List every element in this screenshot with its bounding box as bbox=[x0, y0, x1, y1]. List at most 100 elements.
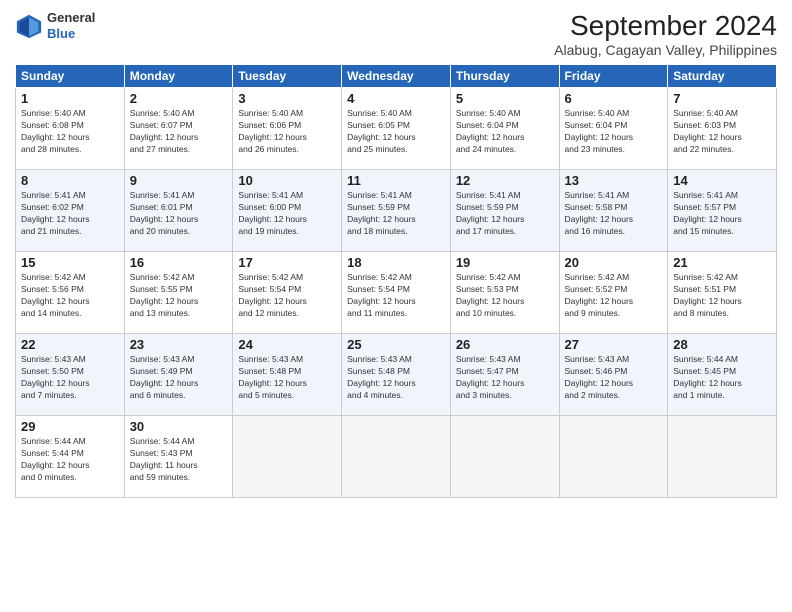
day-number: 29 bbox=[21, 419, 119, 434]
title-block: September 2024 Alabug, Cagayan Valley, P… bbox=[554, 10, 777, 58]
day-info: Sunrise: 5:44 AM Sunset: 5:45 PM Dayligh… bbox=[673, 354, 771, 402]
day-number: 13 bbox=[565, 173, 663, 188]
day-info: Sunrise: 5:41 AM Sunset: 6:00 PM Dayligh… bbox=[238, 190, 336, 238]
day-info: Sunrise: 5:42 AM Sunset: 5:54 PM Dayligh… bbox=[347, 272, 445, 320]
day-cell: 21Sunrise: 5:42 AM Sunset: 5:51 PM Dayli… bbox=[668, 252, 777, 334]
week-row-2: 8 Sunrise: 5:41 AM Sunset: 6:02 PM Daylig… bbox=[16, 170, 777, 252]
day-info: Sunrise: 5:42 AM Sunset: 5:54 PM Dayligh… bbox=[238, 272, 336, 320]
logo-general: General bbox=[47, 10, 95, 26]
day-number: 9 bbox=[130, 173, 228, 188]
day-info: Sunrise: 5:43 AM Sunset: 5:47 PM Dayligh… bbox=[456, 354, 554, 402]
day-info: Sunrise: 5:44 AM Sunset: 5:44 PM Dayligh… bbox=[21, 436, 119, 484]
day-number: 14 bbox=[673, 173, 771, 188]
day-cell: 6 Sunrise: 5:40 AM Sunset: 6:04 PM Daylig… bbox=[559, 88, 668, 170]
day-number: 28 bbox=[673, 337, 771, 352]
week-row-3: 15 Sunrise: 5:42 AM Sunset: 5:56 PM Dayli… bbox=[16, 252, 777, 334]
day-cell: 25 Sunrise: 5:43 AM Sunset: 5:48 PM Dayli… bbox=[342, 334, 451, 416]
day-info: Sunrise: 5:40 AM Sunset: 6:04 PM Dayligh… bbox=[456, 108, 554, 156]
day-info: Sunrise: 5:42 AM Sunset: 5:53 PM Dayligh… bbox=[456, 272, 554, 320]
day-cell: 2 Sunrise: 5:40 AM Sunset: 6:07 PM Daylig… bbox=[124, 88, 233, 170]
day-info: Sunrise: 5:42 AM Sunset: 5:56 PM Dayligh… bbox=[21, 272, 119, 320]
day-number: 25 bbox=[347, 337, 445, 352]
day-cell: 26 Sunrise: 5:43 AM Sunset: 5:47 PM Dayli… bbox=[450, 334, 559, 416]
column-header-saturday: Saturday bbox=[668, 65, 777, 88]
day-cell: 16 Sunrise: 5:42 AM Sunset: 5:55 PM Dayli… bbox=[124, 252, 233, 334]
day-info: Sunrise: 5:41 AM Sunset: 6:01 PM Dayligh… bbox=[130, 190, 228, 238]
day-number: 7 bbox=[673, 91, 771, 106]
day-info: Sunrise: 5:43 AM Sunset: 5:48 PM Dayligh… bbox=[347, 354, 445, 402]
day-number: 18 bbox=[347, 255, 445, 270]
day-cell: 13Sunrise: 5:41 AM Sunset: 5:58 PM Dayli… bbox=[559, 170, 668, 252]
day-cell: 28 Sunrise: 5:44 AM Sunset: 5:45 PM Dayli… bbox=[668, 334, 777, 416]
day-cell: 23Sunrise: 5:43 AM Sunset: 5:49 PM Dayli… bbox=[124, 334, 233, 416]
day-cell: 15 Sunrise: 5:42 AM Sunset: 5:56 PM Dayli… bbox=[16, 252, 125, 334]
day-cell: 4Sunrise: 5:40 AM Sunset: 6:05 PM Daylig… bbox=[342, 88, 451, 170]
day-cell bbox=[233, 416, 342, 498]
day-cell: 5Sunrise: 5:40 AM Sunset: 6:04 PM Daylig… bbox=[450, 88, 559, 170]
calendar-table: SundayMondayTuesdayWednesdayThursdayFrid… bbox=[15, 64, 777, 498]
day-number: 22 bbox=[21, 337, 119, 352]
day-cell: 18 Sunrise: 5:42 AM Sunset: 5:54 PM Dayli… bbox=[342, 252, 451, 334]
day-number: 2 bbox=[130, 91, 228, 106]
day-info: Sunrise: 5:43 AM Sunset: 5:46 PM Dayligh… bbox=[565, 354, 663, 402]
day-info: Sunrise: 5:41 AM Sunset: 5:59 PM Dayligh… bbox=[347, 190, 445, 238]
day-cell: 17 Sunrise: 5:42 AM Sunset: 5:54 PM Dayli… bbox=[233, 252, 342, 334]
day-number: 17 bbox=[238, 255, 336, 270]
day-info: Sunrise: 5:40 AM Sunset: 6:08 PM Dayligh… bbox=[21, 108, 119, 156]
day-info: Sunrise: 5:41 AM Sunset: 6:02 PM Dayligh… bbox=[21, 190, 119, 238]
column-header-thursday: Thursday bbox=[450, 65, 559, 88]
column-header-tuesday: Tuesday bbox=[233, 65, 342, 88]
day-number: 6 bbox=[565, 91, 663, 106]
day-info: Sunrise: 5:40 AM Sunset: 6:06 PM Dayligh… bbox=[238, 108, 336, 156]
day-number: 16 bbox=[130, 255, 228, 270]
month-title: September 2024 bbox=[554, 10, 777, 42]
day-cell: 8 Sunrise: 5:41 AM Sunset: 6:02 PM Daylig… bbox=[16, 170, 125, 252]
logo-blue: Blue bbox=[47, 26, 95, 42]
day-number: 24 bbox=[238, 337, 336, 352]
day-info: Sunrise: 5:40 AM Sunset: 6:04 PM Dayligh… bbox=[565, 108, 663, 156]
day-cell: 9 Sunrise: 5:41 AM Sunset: 6:01 PM Daylig… bbox=[124, 170, 233, 252]
location-title: Alabug, Cagayan Valley, Philippines bbox=[554, 42, 777, 58]
day-number: 12 bbox=[456, 173, 554, 188]
day-info: Sunrise: 5:40 AM Sunset: 6:07 PM Dayligh… bbox=[130, 108, 228, 156]
day-number: 8 bbox=[21, 173, 119, 188]
day-cell: 19 Sunrise: 5:42 AM Sunset: 5:53 PM Dayli… bbox=[450, 252, 559, 334]
day-info: Sunrise: 5:40 AM Sunset: 6:03 PM Dayligh… bbox=[673, 108, 771, 156]
logo-text: General Blue bbox=[47, 10, 95, 41]
day-cell: 1 Sunrise: 5:40 AM Sunset: 6:08 PM Daylig… bbox=[16, 88, 125, 170]
day-cell: 3 Sunrise: 5:40 AM Sunset: 6:06 PM Daylig… bbox=[233, 88, 342, 170]
day-info: Sunrise: 5:42 AM Sunset: 5:52 PM Dayligh… bbox=[565, 272, 663, 320]
day-number: 21 bbox=[673, 255, 771, 270]
column-header-friday: Friday bbox=[559, 65, 668, 88]
header: General Blue September 2024 Alabug, Caga… bbox=[15, 10, 777, 58]
day-cell bbox=[450, 416, 559, 498]
column-header-sunday: Sunday bbox=[16, 65, 125, 88]
day-info: Sunrise: 5:41 AM Sunset: 5:59 PM Dayligh… bbox=[456, 190, 554, 238]
day-number: 26 bbox=[456, 337, 554, 352]
day-cell: 29 Sunrise: 5:44 AM Sunset: 5:44 PM Dayli… bbox=[16, 416, 125, 498]
week-row-4: 22Sunrise: 5:43 AM Sunset: 5:50 PM Dayli… bbox=[16, 334, 777, 416]
day-number: 19 bbox=[456, 255, 554, 270]
day-cell: 22Sunrise: 5:43 AM Sunset: 5:50 PM Dayli… bbox=[16, 334, 125, 416]
day-number: 20 bbox=[565, 255, 663, 270]
logo-icon bbox=[15, 12, 43, 40]
day-number: 4 bbox=[347, 91, 445, 106]
day-cell bbox=[668, 416, 777, 498]
column-header-monday: Monday bbox=[124, 65, 233, 88]
day-number: 27 bbox=[565, 337, 663, 352]
day-number: 15 bbox=[21, 255, 119, 270]
day-cell: 14Sunrise: 5:41 AM Sunset: 5:57 PM Dayli… bbox=[668, 170, 777, 252]
day-cell bbox=[342, 416, 451, 498]
day-number: 10 bbox=[238, 173, 336, 188]
day-info: Sunrise: 5:42 AM Sunset: 5:55 PM Dayligh… bbox=[130, 272, 228, 320]
day-number: 1 bbox=[21, 91, 119, 106]
day-cell: 11Sunrise: 5:41 AM Sunset: 5:59 PM Dayli… bbox=[342, 170, 451, 252]
column-header-row: SundayMondayTuesdayWednesdayThursdayFrid… bbox=[16, 65, 777, 88]
day-cell: 10 Sunrise: 5:41 AM Sunset: 6:00 PM Dayli… bbox=[233, 170, 342, 252]
week-row-1: 1 Sunrise: 5:40 AM Sunset: 6:08 PM Daylig… bbox=[16, 88, 777, 170]
day-info: Sunrise: 5:43 AM Sunset: 5:48 PM Dayligh… bbox=[238, 354, 336, 402]
page: General Blue September 2024 Alabug, Caga… bbox=[0, 0, 792, 612]
day-number: 30 bbox=[130, 419, 228, 434]
day-number: 3 bbox=[238, 91, 336, 106]
day-info: Sunrise: 5:43 AM Sunset: 5:49 PM Dayligh… bbox=[130, 354, 228, 402]
